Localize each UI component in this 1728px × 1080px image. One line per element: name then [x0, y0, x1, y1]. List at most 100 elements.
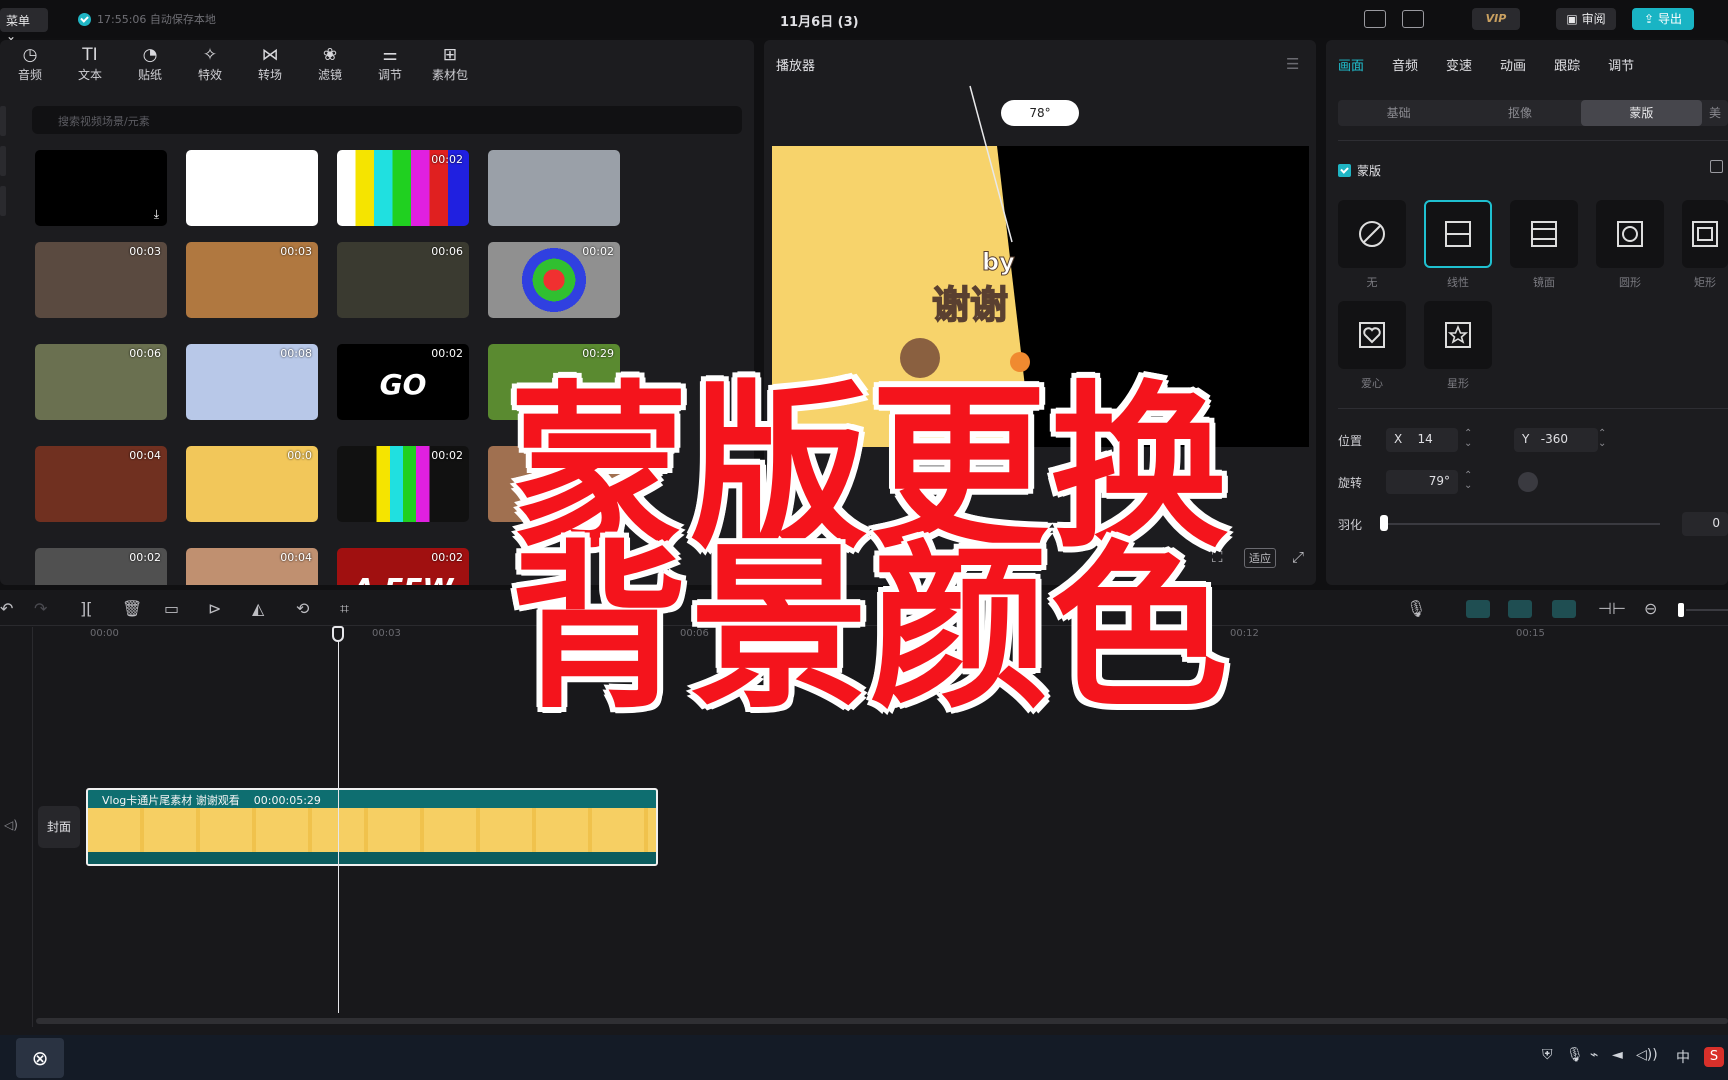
rail-item[interactable]	[0, 106, 6, 136]
sub-tab-0[interactable]: 基础	[1338, 100, 1459, 126]
prop-tab-2[interactable]: 变速	[1446, 55, 1472, 74]
circle-mask-icon	[1617, 221, 1643, 247]
prop-tab-0[interactable]: 画面	[1338, 55, 1364, 74]
prop-tab-3[interactable]: 动画	[1500, 55, 1526, 74]
media-tab-7[interactable]: ⊞ 素材包	[420, 44, 480, 88]
mask-option[interactable]	[1338, 301, 1406, 369]
media-thumbnail[interactable]: 00:03	[35, 242, 167, 318]
link-main-track-icon[interactable]	[1466, 600, 1490, 618]
mic-tray-icon[interactable]: 🎙	[1566, 1047, 1584, 1063]
sub-tab-1[interactable]: 抠像	[1459, 100, 1580, 126]
media-thumbnail[interactable]	[488, 150, 620, 226]
shortcut-icon[interactable]	[1364, 10, 1386, 28]
thumbnail-duration: 00:02	[582, 245, 614, 258]
split-icon[interactable]: ][	[80, 599, 92, 618]
microphone-icon[interactable]: 🎙	[1406, 599, 1426, 618]
media-thumbnail[interactable]: 00:04	[35, 446, 167, 522]
music-icon: ◷	[22, 45, 38, 65]
media-thumbnail[interactable]: 00:02	[35, 548, 167, 585]
mirror-icon[interactable]: ◭	[252, 599, 264, 618]
rotate-icon[interactable]: ⟲	[296, 599, 309, 618]
volume-tray-icon[interactable]: ◁))	[1636, 1047, 1658, 1063]
undo-icon[interactable]: ↶	[0, 599, 13, 618]
playhead-line[interactable]	[338, 628, 339, 1013]
media-tab-5[interactable]: ❀ 滤镜	[300, 44, 360, 88]
media-thumbnail[interactable]: 00:0	[186, 446, 318, 522]
rotate-stepper-icon[interactable]: ⌃ ⌄	[1464, 471, 1472, 491]
review-button[interactable]: ▣ 审阅	[1556, 8, 1616, 30]
mute-tray-icon[interactable]: ◄	[1612, 1047, 1623, 1063]
fit-button[interactable]: 适应	[1244, 548, 1276, 568]
mask-option[interactable]	[1424, 200, 1492, 268]
media-thumbnail[interactable]: 00:06	[35, 344, 167, 420]
media-thumbnail[interactable]: A FEW 00:02	[337, 548, 469, 585]
media-thumbnail[interactable]: 00:02	[337, 150, 469, 226]
mask-option[interactable]	[1510, 200, 1578, 268]
position-x-field[interactable]: X 14	[1386, 428, 1458, 452]
mute-track-icon[interactable]: ◁)	[4, 818, 18, 832]
feather-value[interactable]: 0	[1682, 512, 1728, 536]
feather-slider[interactable]	[1384, 523, 1660, 525]
feather-slider-knob[interactable]	[1380, 515, 1388, 531]
layout-icon[interactable]	[1402, 10, 1424, 28]
sub-tab-2[interactable]: 蒙版	[1580, 100, 1702, 126]
export-button[interactable]: ⇪ 导出	[1632, 8, 1694, 30]
preview-axis-icon[interactable]: ⊣⊢	[1598, 599, 1626, 618]
vip-button[interactable]: VIP	[1472, 8, 1520, 30]
position-y-field[interactable]: Y -360	[1514, 428, 1598, 452]
mask-option[interactable]	[1424, 301, 1492, 369]
prop-tab-5[interactable]: 调节	[1608, 55, 1634, 74]
prop-tab-4[interactable]: 跟踪	[1554, 55, 1580, 74]
fullscreen-icon[interactable]: ⤢	[1292, 548, 1304, 566]
timeline-scrollbar[interactable]	[36, 1018, 1728, 1024]
sogou-tray-icon[interactable]: S	[1704, 1047, 1724, 1067]
prop-tab-1[interactable]: 音频	[1392, 55, 1418, 74]
redo-icon[interactable]: ↷	[34, 599, 47, 618]
security-tray-icon[interactable]: ⛨	[1542, 1047, 1553, 1063]
download-icon[interactable]: ⤓	[154, 207, 159, 222]
x-stepper-icon[interactable]: ⌃ ⌄	[1464, 429, 1472, 449]
media-tab-6[interactable]: ⚌ 调节	[360, 44, 420, 88]
keyframe-icon[interactable]	[1710, 160, 1723, 173]
media-tab-3[interactable]: ✧ 特效	[180, 44, 240, 88]
rotate-dial[interactable]	[1518, 472, 1538, 492]
media-thumbnail[interactable]: 00:08	[186, 344, 318, 420]
y-stepper-icon[interactable]: ⌃ ⌄	[1598, 429, 1606, 449]
zoom-slider-track[interactable]	[1686, 609, 1728, 611]
media-tab-1[interactable]: TI 文本	[60, 44, 120, 88]
mask-option[interactable]	[1682, 200, 1728, 268]
media-search-input[interactable]: 搜索视频场景/元素	[32, 106, 742, 134]
capcut-app-icon[interactable]: ⊗	[16, 1038, 64, 1078]
player-menu-icon[interactable]: ☰	[1286, 55, 1299, 73]
magnet-snap-icon[interactable]	[1508, 600, 1532, 618]
zoom-slider-knob[interactable]	[1678, 603, 1684, 617]
mask-toggle[interactable]: 蒙版	[1338, 162, 1381, 179]
rotate-field[interactable]: 79°	[1386, 470, 1458, 494]
linkage-icon[interactable]	[1552, 600, 1576, 618]
media-thumbnail[interactable]	[186, 150, 318, 226]
media-thumbnail[interactable]: 00:06	[337, 242, 469, 318]
media-thumbnail[interactable]: 00:04	[186, 548, 318, 585]
media-thumbnail[interactable]: 00:02	[337, 446, 469, 522]
media-thumbnail[interactable]: ⤓	[35, 150, 167, 226]
freeze-icon[interactable]: ▭	[164, 599, 179, 618]
delete-icon[interactable]: 🗑	[122, 599, 142, 618]
media-tab-2[interactable]: ◔ 贴纸	[120, 44, 180, 88]
mask-option[interactable]	[1596, 200, 1664, 268]
playhead-handle[interactable]	[332, 626, 344, 642]
mask-option[interactable]	[1338, 200, 1406, 268]
media-thumbnail[interactable]: 00:02	[488, 242, 620, 318]
crop-icon[interactable]: ⌗	[340, 599, 349, 619]
menu-button[interactable]: 菜单 ⌄	[0, 8, 48, 43]
zoom-out-icon[interactable]: ⊖	[1644, 599, 1657, 618]
sub-tab-3[interactable]: 美	[1702, 100, 1728, 126]
ime-tray-icon[interactable]: 中	[1676, 1047, 1690, 1067]
network-tray-icon[interactable]: ⌁	[1590, 1047, 1598, 1063]
video-clip[interactable]: Vlog卡通片尾素材 谢谢观看 00:00:05:29	[86, 788, 658, 866]
media-tab-0[interactable]: ◷ 音频	[0, 44, 60, 88]
play-reverse-icon[interactable]: ⊳	[208, 599, 221, 618]
media-thumbnail[interactable]: GO 00:02	[337, 344, 469, 420]
media-thumbnail[interactable]: 00:03	[186, 242, 318, 318]
cover-button[interactable]: 封面	[38, 806, 80, 848]
media-tab-4[interactable]: ⋈ 转场	[240, 44, 300, 88]
